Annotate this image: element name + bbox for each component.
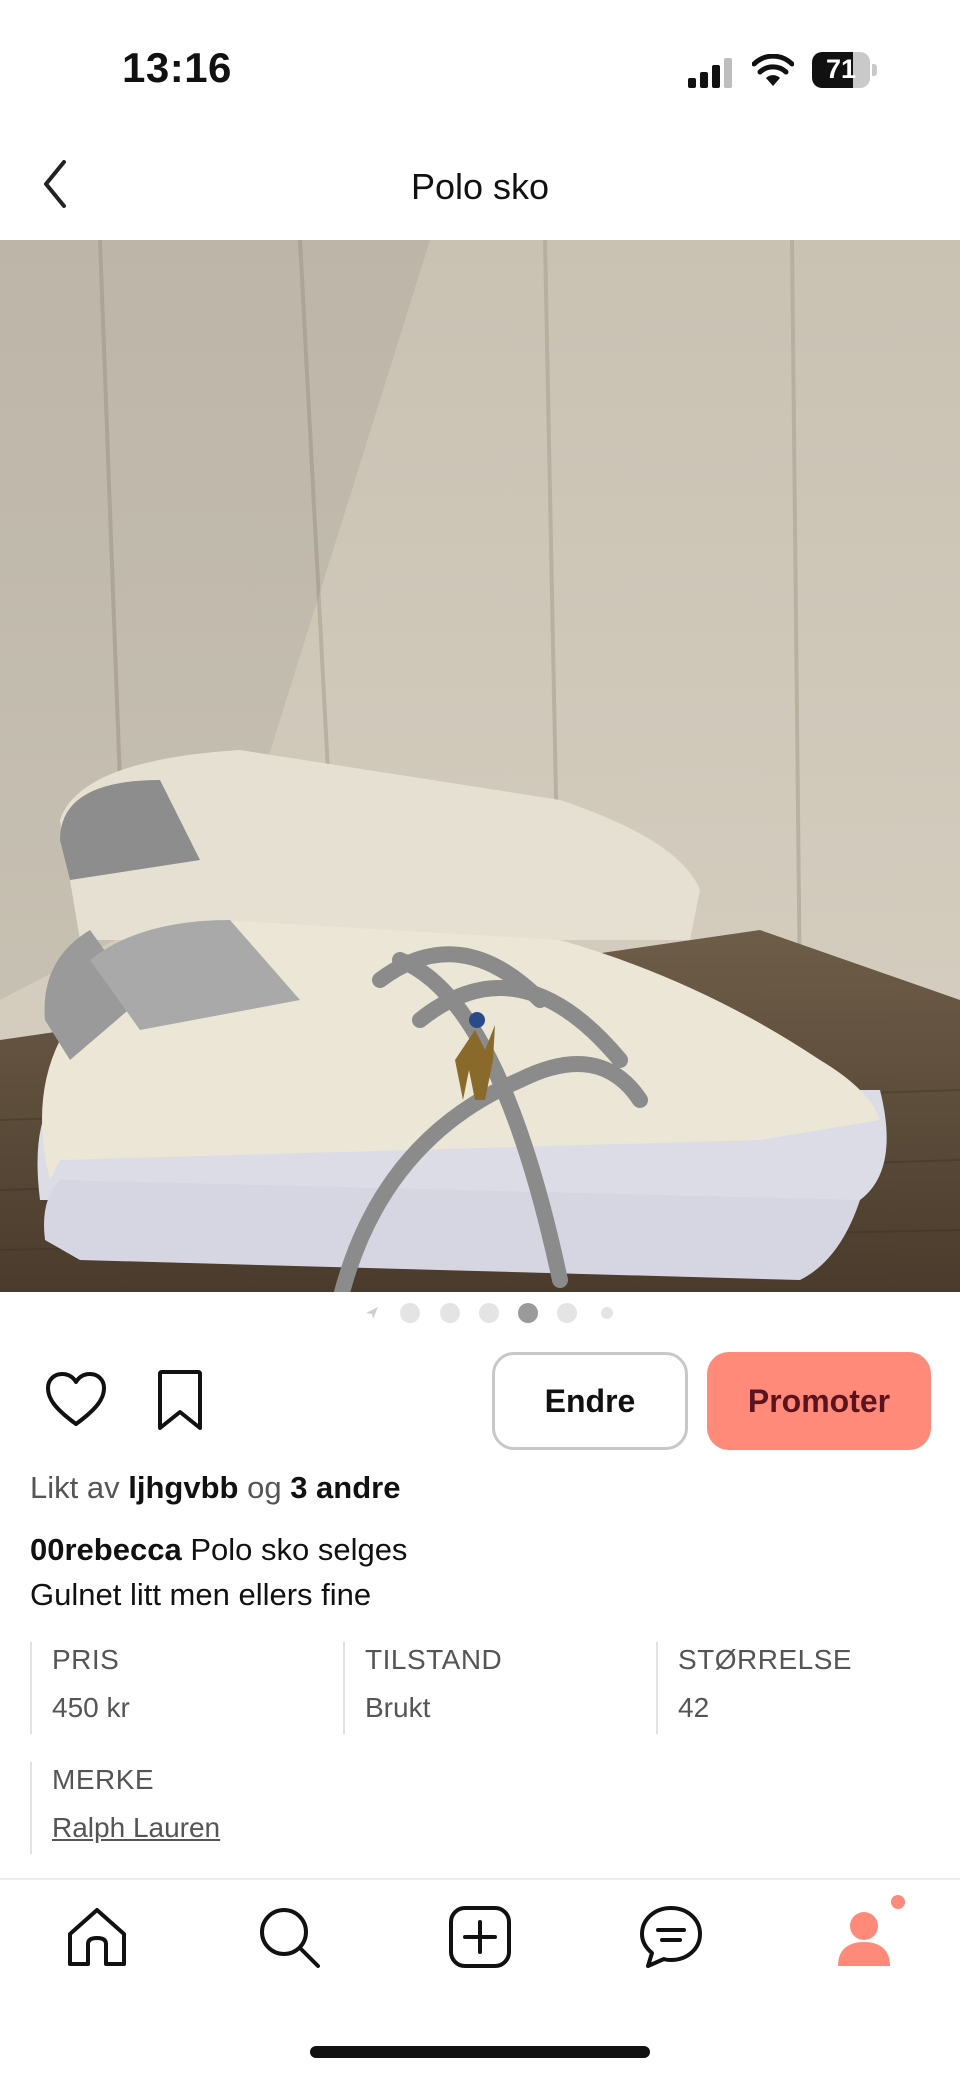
search-icon[interactable] (256, 1904, 322, 1970)
add-icon[interactable] (447, 1904, 513, 1970)
likes-joiner: og (247, 1470, 282, 1505)
battery-icon: 71 (812, 52, 878, 90)
promote-button[interactable]: Promoter (707, 1352, 931, 1450)
battery-level: 71 (825, 54, 857, 84)
notification-dot (891, 1895, 905, 1909)
attribute-value: Brukt (365, 1692, 431, 1723)
carousel-dot[interactable] (479, 1303, 499, 1323)
tab-bar (0, 1880, 960, 2000)
attribute-label: PRIS (52, 1644, 120, 1675)
heart-icon[interactable] (44, 1370, 108, 1428)
action-row: Endre Promoter (0, 1350, 960, 1450)
likes-line: Likt av ljhgvbb og 3 andre (30, 1470, 400, 1506)
attribute-value: 42 (678, 1692, 710, 1723)
profile-icon[interactable] (830, 1892, 906, 1968)
carousel-dot-active[interactable] (518, 1303, 538, 1323)
post-caption: 00rebecca Polo sko selges Gulnet litt me… (30, 1527, 407, 1617)
attribute-condition: TILSTAND Brukt (343, 1642, 502, 1734)
attribute-label: MERKE (52, 1764, 155, 1795)
edit-button[interactable]: Endre (492, 1352, 688, 1450)
page-title: Polo sko (410, 166, 550, 207)
home-icon[interactable] (64, 1904, 130, 1970)
attribute-size: STØRRELSE 42 (656, 1642, 852, 1734)
status-time: 13:16 (122, 44, 232, 91)
nav-header: Polo sko (0, 130, 960, 240)
attribute-brand: MERKE Ralph Lauren (30, 1762, 220, 1854)
carousel-dot[interactable] (400, 1303, 420, 1323)
bookmark-icon[interactable] (152, 1368, 208, 1432)
attribute-label: STØRRELSE (678, 1644, 853, 1675)
post-username[interactable]: 00rebecca (30, 1532, 182, 1567)
liked-by-user[interactable]: ljhgvbb (128, 1470, 238, 1505)
carousel-indicator[interactable] (0, 1300, 960, 1326)
post-description: Gulnet litt men ellers fine (30, 1577, 372, 1612)
carousel-dot[interactable] (601, 1307, 613, 1319)
home-indicator (310, 2046, 650, 2058)
cellular-signal-icon (688, 58, 732, 88)
carousel-dot[interactable] (440, 1303, 460, 1323)
liked-by-others[interactable]: 3 andre (290, 1470, 400, 1505)
attribute-label: TILSTAND (365, 1644, 503, 1675)
likes-prefix: Likt av (30, 1470, 120, 1505)
attribute-price: PRIS 450 kr (30, 1642, 130, 1734)
attribute-value: 450 kr (52, 1692, 130, 1723)
sneaker-image (0, 240, 960, 1292)
product-photo[interactable] (0, 240, 960, 1292)
status-bar: 13:16 71 (0, 0, 960, 130)
messages-icon[interactable] (638, 1904, 704, 1970)
carousel-dot[interactable] (557, 1303, 577, 1323)
brand-link[interactable]: Ralph Lauren (52, 1812, 220, 1844)
post-title: Polo sko selges (190, 1532, 408, 1567)
wifi-icon (752, 54, 794, 86)
location-arrow-icon (366, 1307, 378, 1319)
